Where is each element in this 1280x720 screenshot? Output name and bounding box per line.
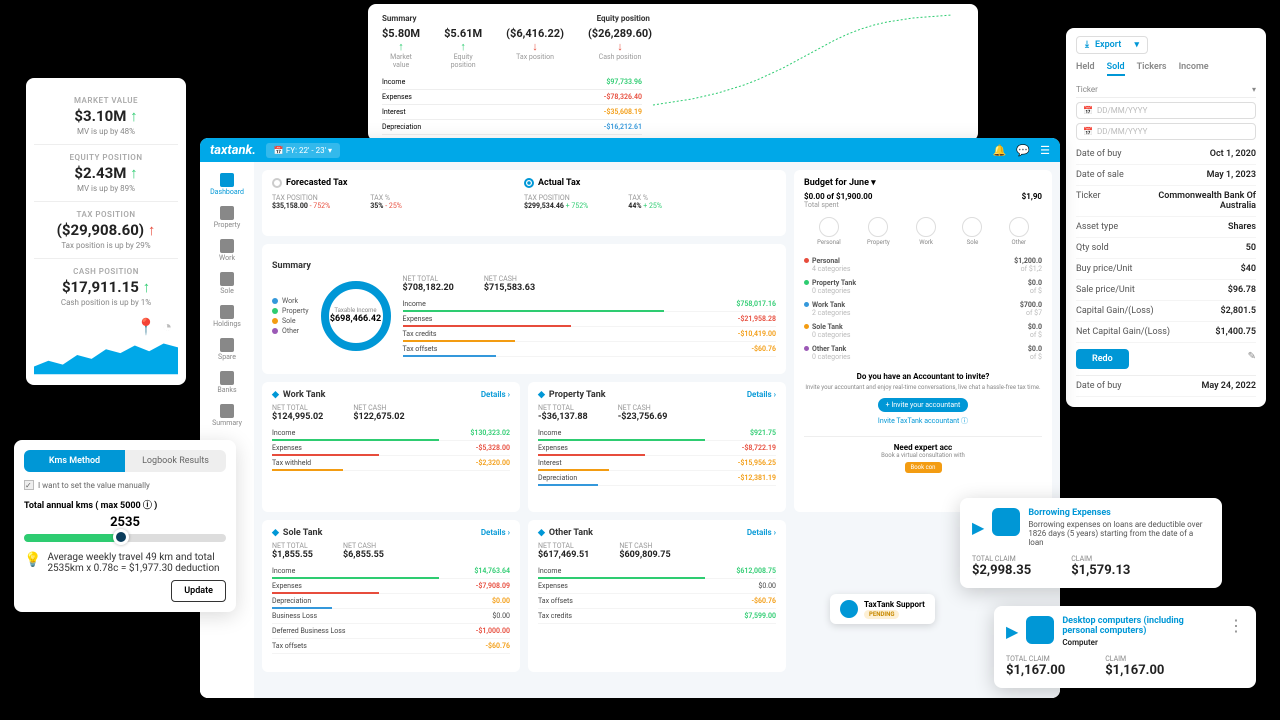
forecasted-radio[interactable]: Forecasted Tax <box>272 178 524 188</box>
chat-icon[interactable]: 💬 <box>1016 144 1030 157</box>
more-icon[interactable]: ⋮ <box>1228 616 1244 647</box>
sidebar-item-holdings[interactable]: Holdings <box>200 300 254 333</box>
sidebar-item-dashboard[interactable]: Dashboard <box>200 168 254 201</box>
edit-icon[interactable]: ✎ <box>1248 351 1256 362</box>
dashboard-topbar: taxtank. 📅 FY: 22' - 23' ▾ 🔔 💬 ☰ <box>200 138 1060 162</box>
redo-button[interactable]: Redo <box>1076 349 1129 369</box>
date-from-input[interactable]: 📅DD/MM/YYYY <box>1076 102 1256 119</box>
book-consultation-button[interactable]: Book con <box>905 462 942 473</box>
computer-icon <box>1026 616 1054 644</box>
sidebar-item-sole[interactable]: Sole <box>200 267 254 300</box>
computer-claim-card[interactable]: ▶Desktop computers (including personal c… <box>994 606 1256 688</box>
holdings-tabs: Held Sold Tickers Income <box>1076 62 1256 76</box>
budget-title[interactable]: Budget for June ▾ <box>804 178 1042 188</box>
tab-logbook[interactable]: Logbook Results <box>125 450 226 472</box>
invite-accountant-button[interactable]: + Invite your accountant <box>878 398 969 412</box>
kms-slider[interactable] <box>24 534 226 542</box>
invite-taxtank-link[interactable]: Invite TaxTank accountant ⓘ <box>804 416 1042 426</box>
sidebar: DashboardPropertyWorkSoleHoldingsSpareBa… <box>200 162 254 698</box>
summary-panel: Summary WorkPropertySoleOther Taxable In… <box>262 244 786 374</box>
bell-icon[interactable]: 🔔 <box>993 144 1007 157</box>
date-to-input[interactable]: 📅DD/MM/YYYY <box>1076 123 1256 140</box>
bulb-icon: 💡 <box>24 552 41 568</box>
summary-title: Summary <box>382 14 417 23</box>
equity-summary-card: SummaryEquity position $5.80M ↑Market va… <box>368 4 978 141</box>
fy-selector[interactable]: 📅 FY: 22' - 23' ▾ <box>266 143 340 158</box>
work-tank-panel: ◆ Work TankDetails ›NET TOTAL$124,995.02… <box>262 382 520 512</box>
forecast-actual-panel: Forecasted Tax TAX POSITION$35,158.00 - … <box>262 170 786 236</box>
tab-income[interactable]: Income <box>1179 62 1209 76</box>
menu-icon[interactable]: ☰ <box>1040 144 1050 157</box>
sidebar-item-summary[interactable]: Summary <box>200 399 254 432</box>
sidebar-item-spare[interactable]: Spare <box>200 333 254 366</box>
kms-tabs: Kms MethodLogbook Results <box>24 450 226 472</box>
support-chip[interactable]: TaxTank SupportPENDING <box>830 594 935 624</box>
kms-method-card: Kms MethodLogbook Results ✓I want to set… <box>14 440 236 612</box>
export-button[interactable]: ⤓Export▾ <box>1076 36 1148 54</box>
tab-sold[interactable]: Sold <box>1107 62 1125 76</box>
kms-value: 2535 <box>24 515 226 530</box>
budget-panel: Budget for June ▾ $0.00 of $1,900.00Tota… <box>794 170 1052 512</box>
holdings-detail-card: ⤓Export▾ Held Sold Tickers Income Ticker▾ 📅… <box>1066 28 1266 407</box>
logo: taxtank. <box>210 143 256 158</box>
ticker-select[interactable]: Ticker▾ <box>1076 82 1256 98</box>
mobile-summary-card: MARKET VALUE$3.10M ↑MV is up by 48%EQUIT… <box>26 78 186 385</box>
deduction-text: 💡Average weekly travel 49 km and total 2… <box>24 552 226 574</box>
sidebar-item-work[interactable]: Work <box>200 234 254 267</box>
borrowing-icon <box>992 508 1020 536</box>
borrowing-expense-card[interactable]: ▶Borrowing ExpensesBorrowing expenses on… <box>960 498 1222 588</box>
donut-chart: Taxable Income$698,466.42 <box>321 281 391 351</box>
sidebar-item-property[interactable]: Property <box>200 201 254 234</box>
invite-heading: Do you have an Accountant to invite? <box>857 372 990 381</box>
other-tank-panel: ◆ Other TankDetails ›NET TOTAL$617,469.5… <box>528 520 786 672</box>
actual-radio[interactable]: Actual Tax <box>524 178 776 188</box>
equity-line-chart <box>648 10 964 114</box>
total-kms-label: Total annual kms ( max 5000 ⓘ ) <box>24 498 226 511</box>
tab-tickers[interactable]: Tickers <box>1137 62 1167 76</box>
clock-icon[interactable]: ◔ <box>162 317 172 337</box>
equity-label: Equity position <box>597 14 650 23</box>
tab-kms[interactable]: Kms Method <box>24 450 125 472</box>
pin-icon[interactable]: 📍 <box>136 317 156 337</box>
update-button[interactable]: Update <box>171 580 226 602</box>
manual-checkbox[interactable]: ✓I want to set the value manually <box>24 480 226 490</box>
sparkline-chart <box>34 337 178 375</box>
sole-tank-panel: ◆ Sole TankDetails ›NET TOTAL$1,855.55NE… <box>262 520 520 672</box>
tab-held[interactable]: Held <box>1076 62 1095 76</box>
sidebar-item-banks[interactable]: Banks <box>200 366 254 399</box>
property-tank-panel: ◆ Property TankDetails ›NET TOTAL-$36,13… <box>528 382 786 512</box>
